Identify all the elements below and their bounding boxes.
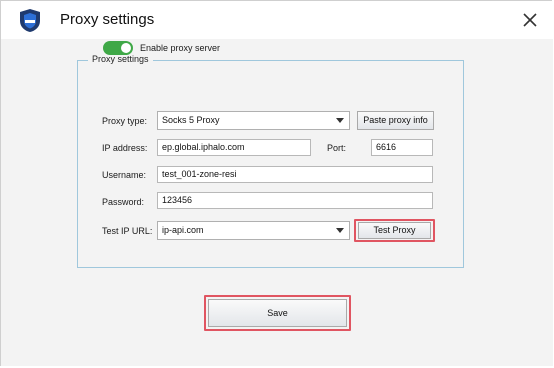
test-ip-url-select[interactable]: ip-api.com <box>157 221 350 240</box>
port-field[interactable]: 6616 <box>371 139 433 156</box>
ip-address-field[interactable]: ep.global.iphalo.com <box>157 139 311 156</box>
proxy-type-value: Socks 5 Proxy <box>162 115 220 125</box>
proxy-settings-dialog: Proxy settings Proxy settings Enable pro… <box>0 0 553 366</box>
chevron-down-icon <box>336 228 344 233</box>
enable-proxy-label: Enable proxy server <box>140 43 221 53</box>
test-proxy-button[interactable]: Test Proxy <box>358 222 431 239</box>
port-label: Port: <box>327 143 347 153</box>
test-ip-url-value: ip-api.com <box>162 225 204 235</box>
paste-proxy-info-button[interactable]: Paste proxy info <box>357 111 434 130</box>
toggle-knob <box>121 43 131 53</box>
group-legend: Proxy settings <box>88 54 153 64</box>
test-ip-url-label: Test IP URL: <box>102 226 153 236</box>
username-label: Username: <box>102 170 147 180</box>
chevron-down-icon <box>336 118 344 123</box>
close-icon[interactable] <box>519 9 541 31</box>
proxy-type-select[interactable]: Socks 5 Proxy <box>157 111 350 130</box>
shield-logo-icon <box>19 8 41 33</box>
enable-proxy-toggle[interactable] <box>103 41 133 55</box>
save-button[interactable]: Save <box>208 299 347 327</box>
password-field[interactable]: 123456 <box>157 192 433 209</box>
title-bar: Proxy settings <box>1 1 553 39</box>
proxy-type-label: Proxy type: <box>102 116 148 126</box>
username-field[interactable]: test_001-zone-resi <box>157 166 433 183</box>
window-title: Proxy settings <box>60 11 155 28</box>
password-label: Password: <box>102 197 145 207</box>
ip-address-label: IP address: <box>102 143 148 153</box>
